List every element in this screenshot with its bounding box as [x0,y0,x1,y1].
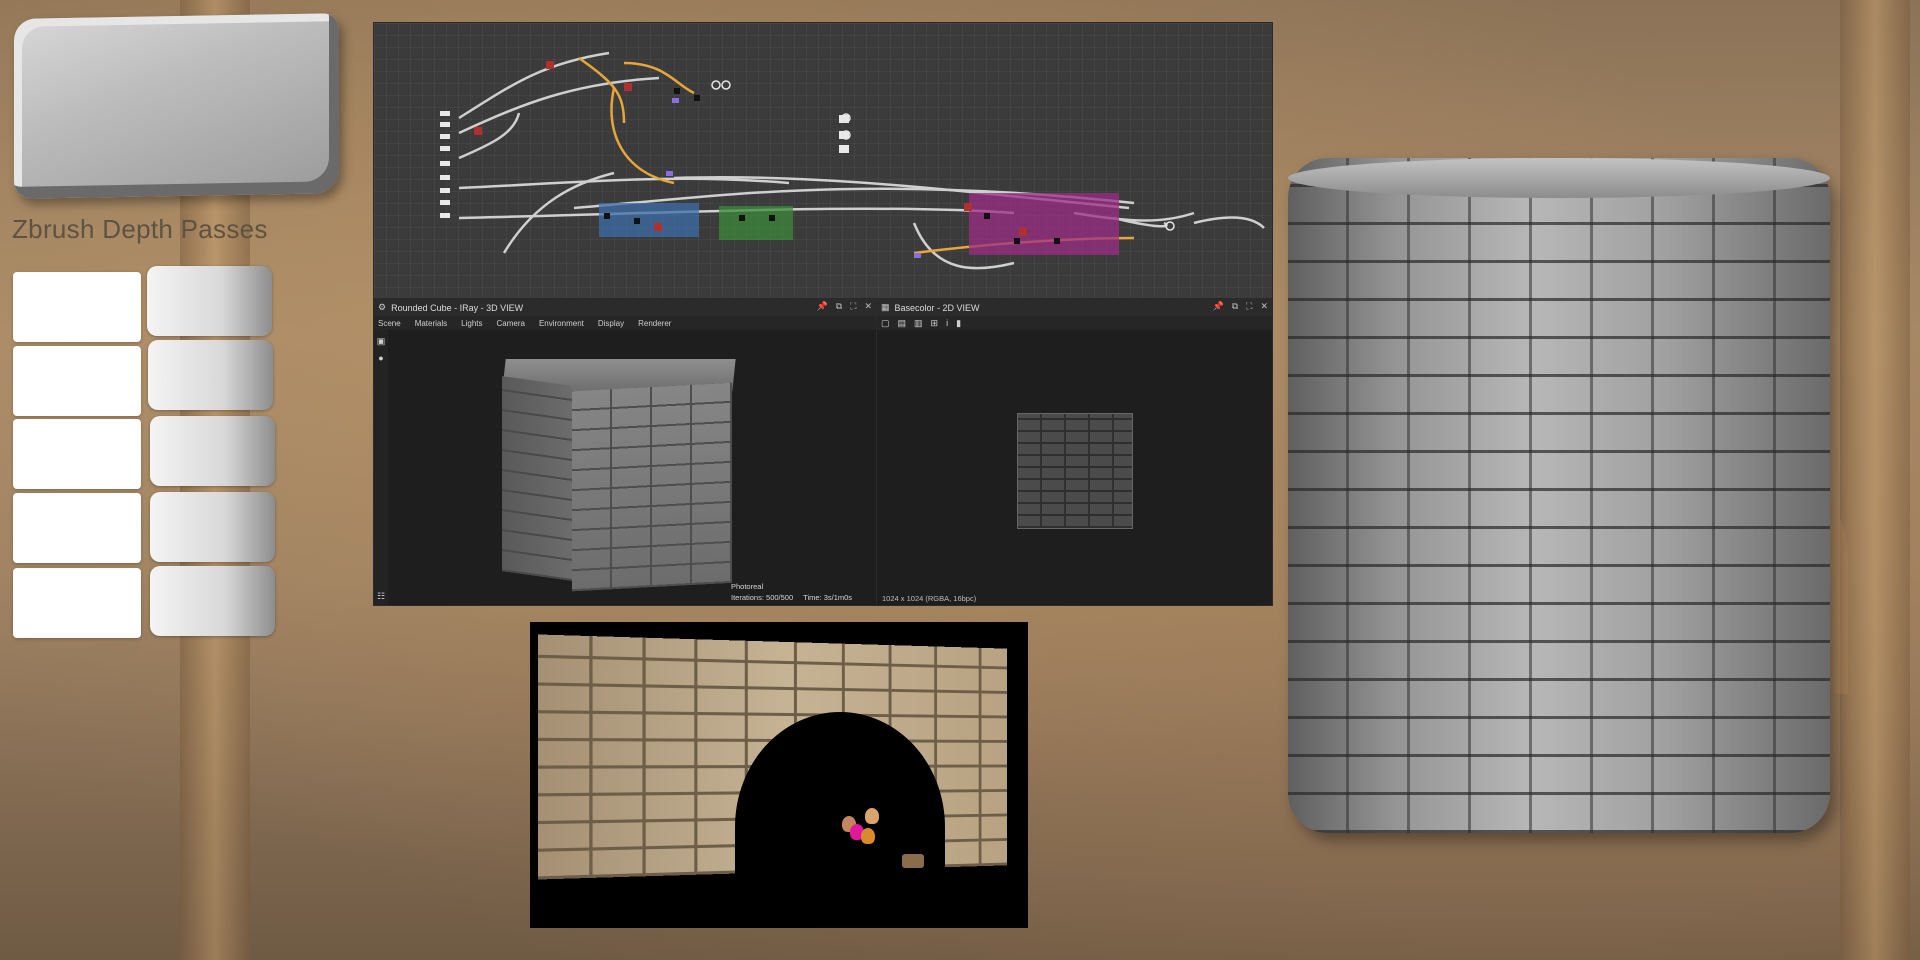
view-2d-titlebar: ▦ Basecolor - 2D VIEW 📌 ⧉ ⛶ ✕ [877,299,1272,316]
texture-info: 1024 x 1024 (RGBA, 16bpc) [882,594,977,603]
grid-icon[interactable]: ☷ [377,591,385,602]
node-graph-canvas[interactable] [373,22,1273,300]
fit-icon[interactable]: ▢ [881,318,890,329]
camera-icon[interactable]: ▣ [374,336,388,347]
rounded-cube-preview[interactable] [494,351,744,592]
float-icon[interactable]: ⧉ [1232,301,1238,312]
render-time: Time: 3s/1m0s [803,593,853,602]
view-2d-icon: ▦ [881,302,890,312]
view-3d-panel[interactable]: ⚙ Rounded Cube - IRay - 3D VIEW 📌 ⧉ ⛶ ✕ … [373,298,877,606]
view-2d-title: Basecolor - 2D VIEW [894,302,980,313]
save-icon[interactable]: ▤ [898,318,907,329]
view-3d-menubar: Scene Materials Lights Camera Environmen… [374,316,876,330]
pin-icon[interactable]: 📌 [1212,301,1223,312]
render-iterations: Iterations: 500/500 [731,593,794,602]
shaded-pass-tile [150,416,275,486]
cylinder-top [1288,158,1830,198]
wall-opening [735,712,945,928]
menu-scene[interactable]: Scene [378,319,401,328]
close-icon[interactable]: ✕ [864,301,872,312]
cube-front-face [572,382,732,592]
channels-icon[interactable]: ⊞ [931,318,939,329]
view-3d-title: Rounded Cube - IRay - 3D VIEW [391,302,524,313]
depth-pass-tile [13,272,141,342]
menu-renderer[interactable]: Renderer [638,319,671,328]
spotlight-icon [902,854,924,868]
menu-lights[interactable]: Lights [461,319,482,328]
depth-pass-tile [13,493,141,563]
node-graph-wires [440,51,1265,270]
pin-icon[interactable]: 📌 [816,301,827,312]
close-icon[interactable]: ✕ [1260,301,1268,312]
maximize-icon[interactable]: ⛶ [850,301,856,312]
menu-display[interactable]: Display [598,319,624,328]
info-icon[interactable]: i [946,318,948,328]
depth-pass-tile [13,346,141,416]
maximize-icon[interactable]: ⛶ [1246,301,1252,312]
depth-pass-tile [13,419,141,489]
brick-sculpt-render [14,13,339,199]
basecolor-texture-preview[interactable] [1017,413,1133,529]
shaded-pass-tile [150,492,275,562]
view-2d-panel[interactable]: ▦ Basecolor - 2D VIEW 📌 ⧉ ⛶ ✕ ▢ ▤ ▥ ⊞ i … [876,298,1273,606]
menu-environment[interactable]: Environment [539,319,584,328]
depth-pass-tile [13,568,141,638]
histogram-icon[interactable]: ▮ [956,318,961,329]
wall-scene-render [530,622,1028,928]
cube-left-face [502,376,572,581]
menu-materials[interactable]: Materials [415,319,447,328]
shaded-pass-tile [150,566,275,636]
shaded-pass-tile [147,266,272,336]
background-pillar-right [1840,0,1910,960]
view-3d-sidebar: ▣ ● [374,330,388,605]
menu-camera[interactable]: Camera [497,319,525,328]
view-2d-toolbar: ▢ ▤ ▥ ⊞ i ▮ [877,316,1272,330]
light-bulb-icon [865,808,879,824]
shaded-pass-tile [148,340,273,410]
brick-cylinder-render [1288,158,1830,833]
render-status: Photoreal Iterations: 500/500 Time: 3s/1… [731,581,852,603]
light-icon[interactable]: ● [374,353,388,363]
view-3d-titlebar: ⚙ Rounded Cube - IRay - 3D VIEW 📌 ⧉ ⛶ ✕ [374,299,876,316]
render-mode: Photoreal [731,582,764,591]
view-3d-icon: ⚙ [378,302,387,312]
zbrush-depth-passes-title: Zbrush Depth Passes [12,214,268,244]
float-icon[interactable]: ⧉ [836,301,842,312]
copy-icon[interactable]: ▥ [914,318,923,329]
light-bulb-icon [861,828,875,844]
